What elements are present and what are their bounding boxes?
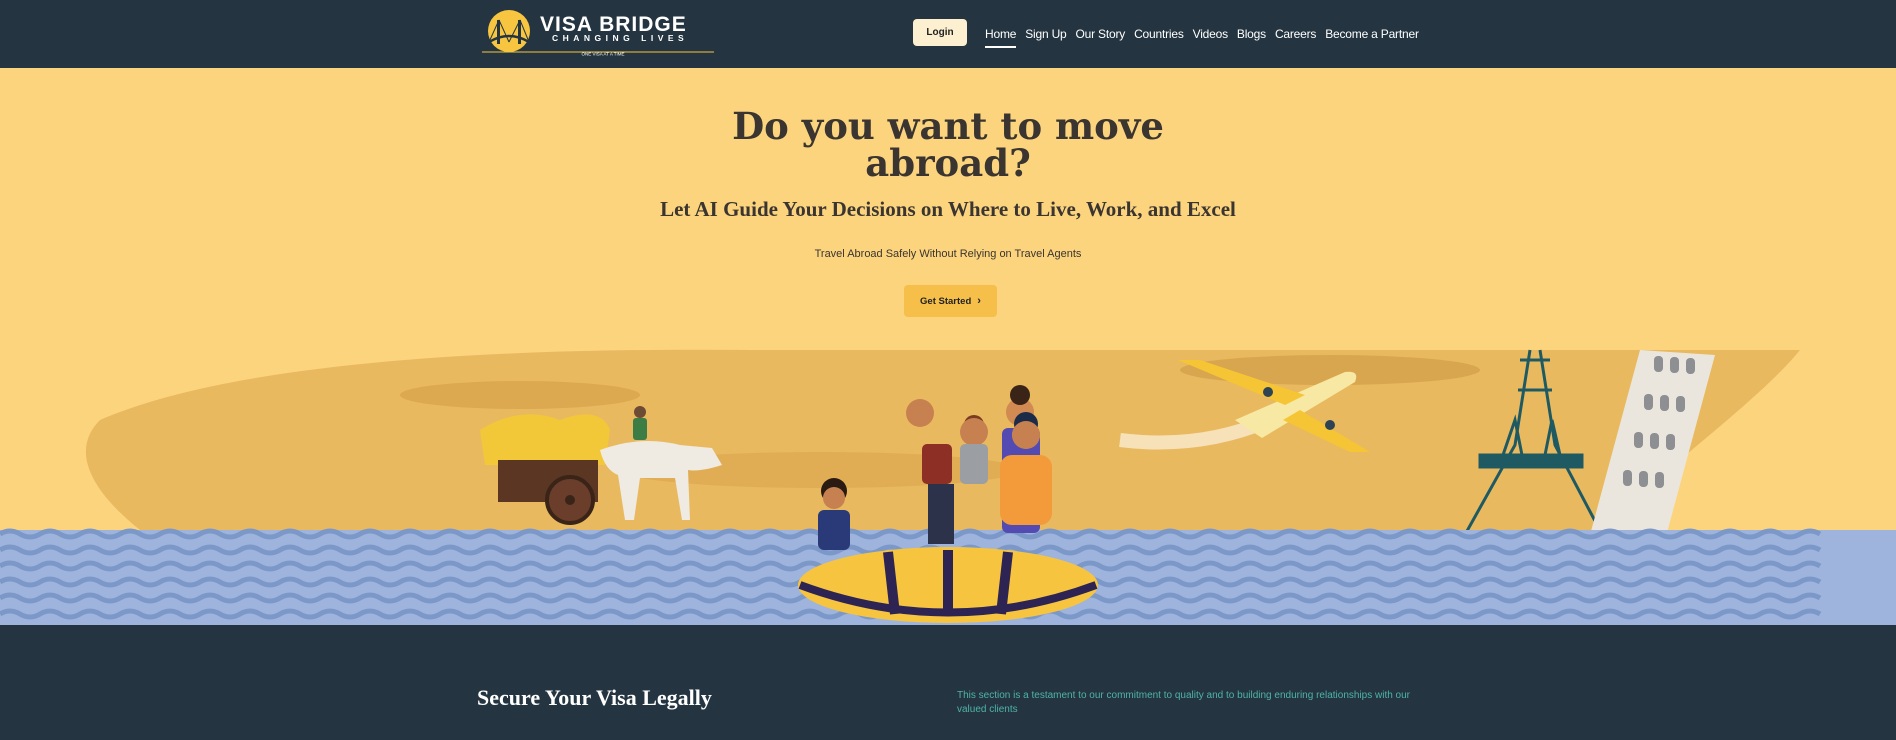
- section-text: This section is a testament to our commi…: [957, 690, 1411, 715]
- chevron-right-icon: ›: [977, 295, 981, 307]
- nav-item-countries[interactable]: Countries: [1134, 27, 1184, 41]
- hero-illustration: [0, 349, 1896, 630]
- nav-item-become-partner[interactable]: Become a Partner: [1325, 27, 1419, 41]
- logo-motto: ONE VISA AT A TIME: [581, 52, 624, 57]
- main-menu: Home Sign Up Our Story Countries Videos …: [985, 0, 1419, 68]
- hero-subtitle: Let AI Guide Your Decisions on Where to …: [660, 197, 1236, 221]
- nav-item-sign-up[interactable]: Sign Up: [1025, 27, 1066, 41]
- visa-bridge-logo[interactable]: VISA BRIDGE CHANGING LIVES ONE VISA AT A…: [480, 8, 716, 58]
- raft-illustration: [798, 547, 1098, 623]
- hero-tagline: Travel Abroad Safely Without Relying on …: [814, 248, 1082, 260]
- top-navbar: VISA BRIDGE CHANGING LIVES ONE VISA AT A…: [0, 0, 1896, 68]
- login-button[interactable]: Login: [913, 19, 967, 46]
- nav-item-our-story[interactable]: Our Story: [1076, 27, 1126, 41]
- bottom-section: [0, 625, 1896, 740]
- logo-tagline: CHANGING LIVES: [552, 33, 688, 43]
- hero-title: Do you want to move abroad?: [732, 104, 1164, 185]
- nav-item-careers[interactable]: Careers: [1275, 27, 1316, 41]
- nav-item-videos[interactable]: Videos: [1193, 27, 1228, 41]
- section-title: Secure Your Visa Legally: [477, 685, 712, 710]
- get-started-button[interactable]: Get Started ›: [904, 285, 997, 317]
- get-started-label: Get Started: [920, 296, 972, 307]
- nav-item-blogs[interactable]: Blogs: [1237, 27, 1266, 41]
- nav-item-home[interactable]: Home: [985, 27, 1017, 48]
